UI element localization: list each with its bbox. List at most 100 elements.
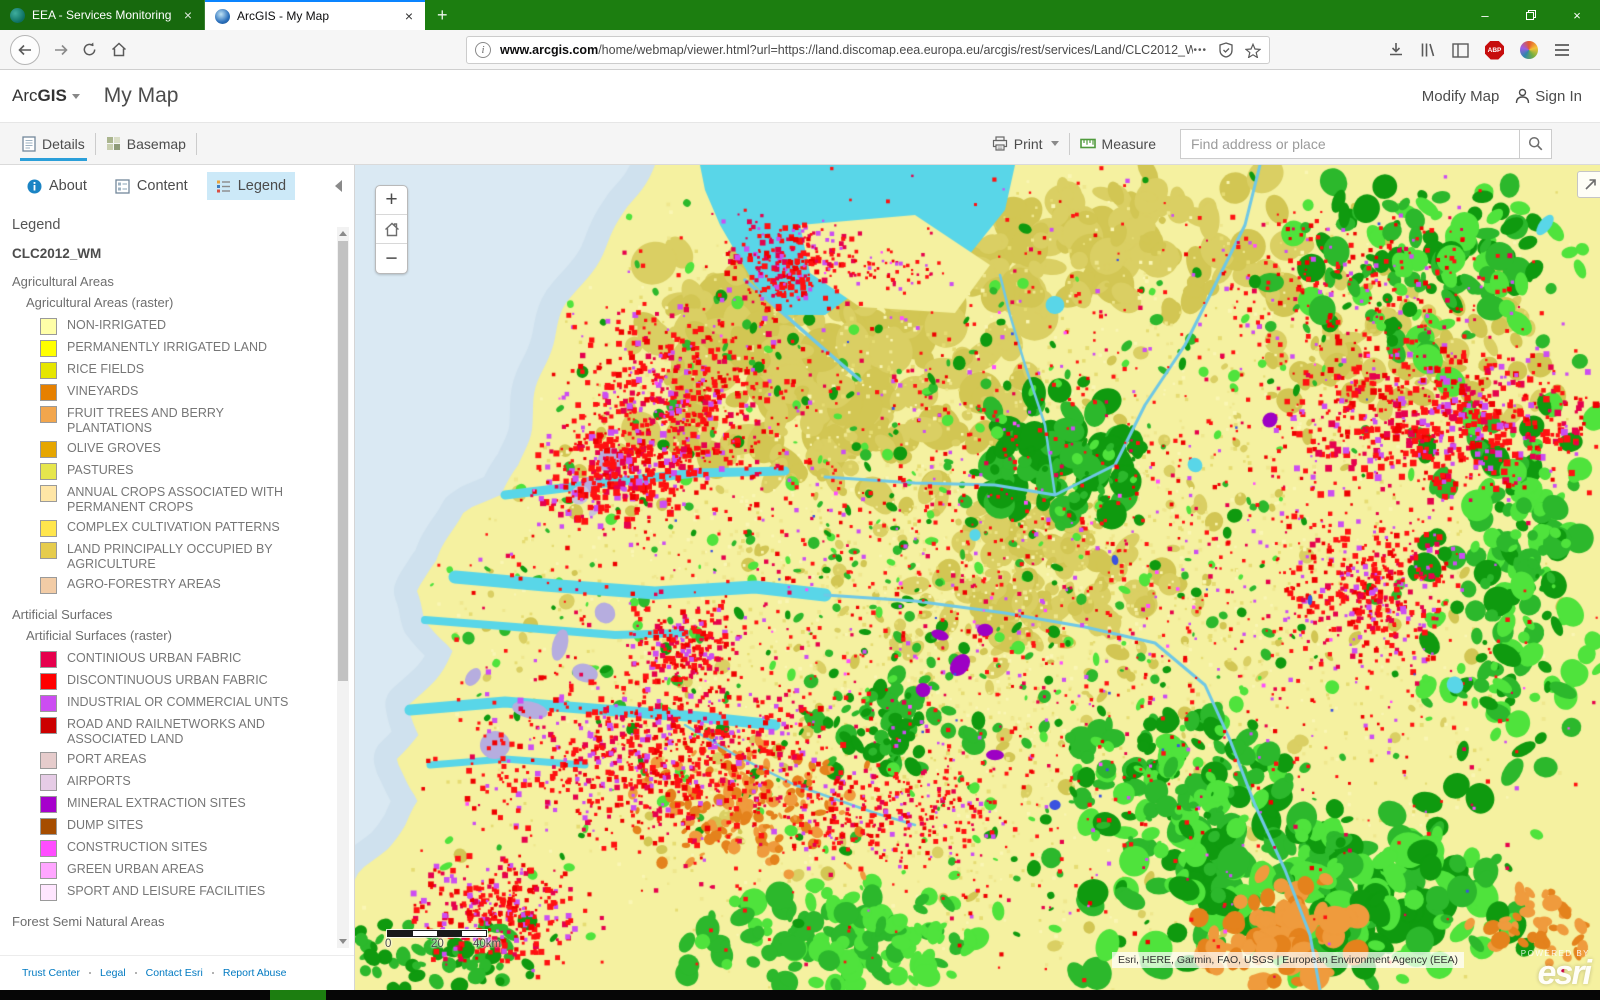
legend-item: DISCONTINUOUS URBAN FABRIC: [40, 673, 336, 690]
legend-layer-title: CLC2012_WM: [12, 246, 336, 261]
bookmark-star-icon[interactable]: [1245, 43, 1261, 58]
details-button[interactable]: Details: [12, 123, 95, 164]
footer-link[interactable]: Report Abuse: [223, 967, 287, 979]
print-button[interactable]: Print: [982, 123, 1069, 164]
footer-link[interactable]: Trust Center: [22, 967, 80, 979]
open-in-new-button[interactable]: [1577, 171, 1600, 198]
legend-item: PASTURES: [40, 463, 336, 480]
back-button[interactable]: [10, 35, 40, 65]
restore-button[interactable]: [1508, 0, 1554, 30]
map-viewport[interactable]: + −: [355, 165, 1600, 990]
chevron-down-icon: [72, 94, 80, 99]
legend-item: MINERAL EXTRACTION SITES: [40, 796, 336, 813]
adblock-plus-icon[interactable]: ABP: [1485, 41, 1504, 60]
tab-legend[interactable]: Legend: [207, 172, 295, 200]
legend-swatch: [40, 406, 57, 423]
url-domain: www.arcgis.com: [500, 43, 598, 57]
scroll-down-icon[interactable]: [337, 935, 349, 948]
footer-link-separator: [135, 972, 137, 974]
search-button[interactable]: [1519, 130, 1551, 158]
url-bar[interactable]: i www.arcgis.com/home/webmap/viewer.html…: [466, 36, 1270, 64]
diagonal-arrow-icon: [1583, 177, 1598, 192]
esri-logo: Powered by esri: [1521, 949, 1590, 988]
legend-item-label: COMPLEX CULTIVATION PATTERNS: [67, 520, 309, 535]
land-cover-map[interactable]: [355, 165, 1600, 990]
home-button[interactable]: [111, 42, 127, 57]
legend-item: COMPLEX CULTIVATION PATTERNS: [40, 520, 336, 537]
legend-item: FRUIT TREES AND BERRY PLANTATIONS: [40, 406, 336, 436]
measure-button[interactable]: Measure: [1070, 123, 1166, 164]
legend-item-label: ANNUAL CROPS ASSOCIATED WITH PERMANENT C…: [67, 485, 309, 515]
legend-swatch: [40, 520, 57, 537]
browser-window: EEA - Services Monitoring × ArcGIS - My …: [0, 0, 1600, 1000]
footer-link-separator: [212, 972, 214, 974]
legend-swatch: [40, 362, 57, 379]
legend-heading: Legend: [0, 207, 354, 237]
zoom-out-button[interactable]: −: [376, 244, 407, 273]
legend-panel: CLC2012_WM Agricultural AreasAgricultura…: [0, 240, 336, 955]
legend-item: PORT AREAS: [40, 752, 336, 769]
home-extent-button[interactable]: [376, 215, 407, 244]
scrollbar-thumb[interactable]: [338, 241, 348, 681]
url-text[interactable]: www.arcgis.com/home/webmap/viewer.html?u…: [500, 43, 1193, 57]
tab-about-label: About: [49, 178, 87, 194]
sign-in-link[interactable]: Sign In: [1515, 88, 1582, 105]
tab-content[interactable]: Content: [106, 172, 197, 200]
url-path: /home/webmap/viewer.html?url=https://lan…: [598, 43, 1193, 57]
home-icon: [111, 42, 127, 57]
legend-item: PERMANENTLY IRRIGATED LAND: [40, 340, 336, 357]
home-extent-icon: [384, 222, 400, 237]
basemap-grid-icon: [106, 136, 121, 151]
legend-swatch: [40, 485, 57, 502]
legend-swatch: [40, 796, 57, 813]
sidebar-scrollbar[interactable]: [337, 227, 349, 948]
library-icon[interactable]: [1420, 42, 1436, 58]
zoom-control: + −: [375, 185, 408, 274]
new-tab-button[interactable]: +: [425, 0, 460, 30]
arcgis-favicon-icon: [215, 9, 230, 24]
minimize-button[interactable]: –: [1462, 0, 1508, 30]
tab-close-icon[interactable]: ×: [182, 8, 194, 22]
tracking-shield-icon[interactable]: [1219, 42, 1233, 58]
browser-tab-arcgis[interactable]: ArcGIS - My Map ×: [205, 0, 425, 30]
reload-icon: [82, 42, 97, 57]
menu-hamburger-icon[interactable]: [1554, 43, 1570, 57]
print-label: Print: [1014, 136, 1043, 152]
collapse-panel-icon[interactable]: [335, 180, 342, 192]
arcgis-brand-menu[interactable]: ArcGIS: [12, 86, 80, 106]
extension-globe-icon[interactable]: [1520, 41, 1538, 59]
legend-swatch: [40, 441, 57, 458]
search-input[interactable]: [1181, 136, 1519, 152]
legend-item-label: GREEN URBAN AREAS: [67, 862, 309, 877]
legend-item: INDUSTRIAL OR COMMERCIAL UNTS: [40, 695, 336, 712]
browser-tab-eea[interactable]: EEA - Services Monitoring ×: [0, 0, 205, 30]
legend-item-label: FRUIT TREES AND BERRY PLANTATIONS: [67, 406, 309, 436]
page-actions-icon[interactable]: •••: [1193, 45, 1207, 56]
tab-about[interactable]: About: [18, 172, 96, 200]
legend-swatch: [40, 695, 57, 712]
footer-link[interactable]: Legal: [100, 967, 126, 979]
details-doc-icon: [22, 136, 36, 152]
site-info-icon[interactable]: i: [475, 42, 491, 58]
downloads-icon[interactable]: [1388, 42, 1404, 58]
tab-close-icon[interactable]: ×: [403, 9, 415, 23]
content-layers-icon: [115, 179, 130, 194]
scroll-up-icon[interactable]: [337, 227, 349, 240]
legend-swatch: [40, 840, 57, 857]
legend-item-label: LAND PRINCIPALLY OCCUPIED BY AGRICULTURE: [67, 542, 309, 572]
forward-button[interactable]: [54, 44, 68, 56]
reload-button[interactable]: [82, 42, 97, 57]
legend-subgroup-title: Artificial Surfaces (raster): [26, 628, 336, 643]
sidebar-tabs: About Content Legend: [0, 165, 354, 207]
legend-item: CONTINIOUS URBAN FABRIC: [40, 651, 336, 668]
zoom-in-button[interactable]: +: [376, 186, 407, 215]
footer-link[interactable]: Contact Esri: [146, 967, 203, 979]
eea-favicon-icon: [10, 8, 25, 23]
close-window-button[interactable]: ×: [1554, 0, 1600, 30]
legend-swatch: [40, 542, 57, 559]
basemap-button[interactable]: Basemap: [96, 123, 196, 164]
scale-label-end: 40km: [473, 938, 501, 950]
legend-item-label: ROAD AND RAILNETWORKS AND ASSOCIATED LAN…: [67, 717, 309, 747]
sidebars-icon[interactable]: [1452, 43, 1469, 58]
modify-map-link[interactable]: Modify Map: [1422, 88, 1500, 105]
